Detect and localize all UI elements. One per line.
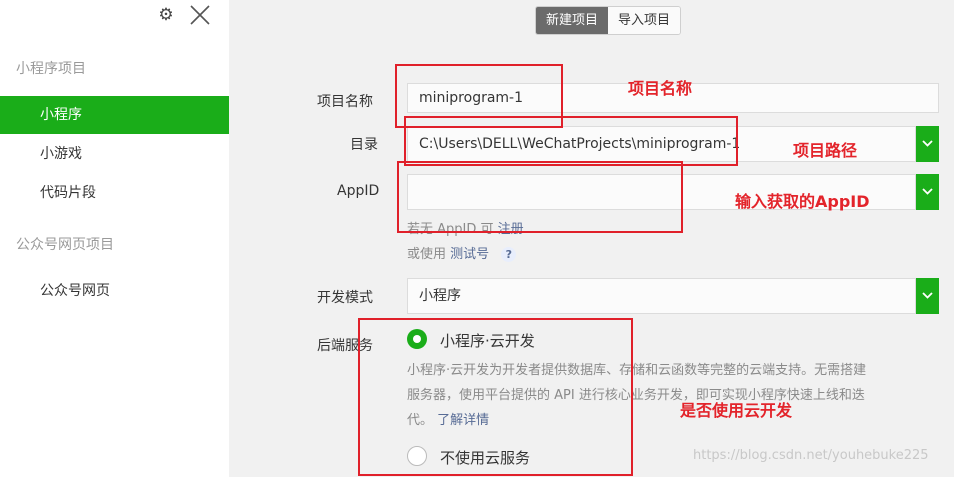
annotation-box-appid bbox=[397, 161, 683, 233]
sidebar-item-miniprogram[interactable]: 小程序 bbox=[0, 96, 229, 134]
annotation-cloud-dev: 是否使用云开发 bbox=[680, 401, 793, 420]
tab-new-project[interactable]: 新建项目 bbox=[536, 7, 609, 34]
sidebar-item-minigame[interactable]: 小游戏 bbox=[0, 135, 229, 173]
watermark: https://blog.csdn.net/youhebuke225 bbox=[693, 448, 929, 463]
sidebar-item-code-snippet[interactable]: 代码片段 bbox=[0, 174, 229, 212]
appid-dropdown-button[interactable] bbox=[916, 174, 939, 210]
section-label-miniprogram: 小程序项目 bbox=[16, 61, 86, 77]
sidebar: ⚙ 小程序项目 小程序 小游戏 代码片段 公众号网页项目 公众号网页 bbox=[0, 0, 229, 477]
chevron-down-icon bbox=[922, 188, 933, 195]
annotation-project-name: 项目名称 bbox=[628, 79, 693, 98]
test-account-link[interactable]: 测试号 bbox=[450, 247, 489, 262]
dev-mode-label: 开发模式 bbox=[317, 290, 373, 306]
annotation-box-path bbox=[404, 116, 738, 166]
test-account-hint: 或使用 测试号 ? bbox=[407, 243, 517, 262]
tab-import-project[interactable]: 导入项目 bbox=[608, 7, 681, 34]
directory-label: 目录 bbox=[350, 137, 378, 153]
gear-icon[interactable]: ⚙ bbox=[157, 6, 175, 24]
dev-mode-dropdown-button[interactable] bbox=[916, 278, 939, 314]
directory-dropdown-button[interactable] bbox=[916, 126, 939, 162]
chevron-down-icon bbox=[922, 292, 933, 299]
section-label-official-account: 公众号网页项目 bbox=[16, 237, 114, 253]
chevron-down-icon bbox=[922, 140, 933, 147]
appid-label: AppID bbox=[337, 183, 380, 199]
help-icon[interactable]: ? bbox=[501, 247, 517, 262]
project-type-tabs: 新建项目 导入项目 bbox=[535, 6, 682, 35]
project-name-label: 项目名称 bbox=[317, 94, 373, 110]
test-account-prefix: 或使用 bbox=[407, 247, 447, 262]
close-icon[interactable] bbox=[189, 4, 211, 26]
dev-mode-select[interactable]: 小程序 bbox=[407, 278, 916, 314]
sidebar-item-official-webpage[interactable]: 公众号网页 bbox=[0, 272, 229, 310]
annotation-project-path: 项目路径 bbox=[793, 141, 858, 160]
annotation-box-cloud bbox=[358, 318, 633, 476]
annotation-appid: 输入获取的AppID bbox=[735, 192, 870, 211]
